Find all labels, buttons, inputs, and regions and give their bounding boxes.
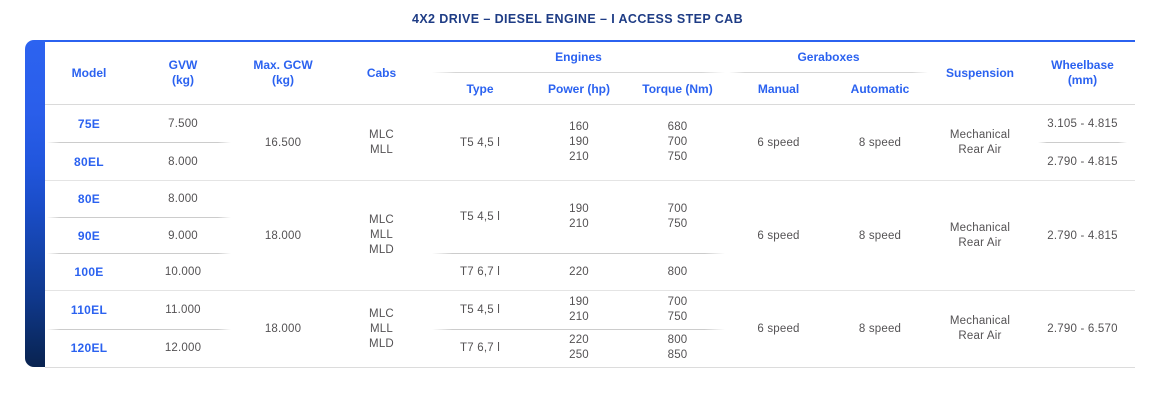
- engine-torque-cell: 800: [628, 254, 727, 290]
- model-cell: 80E: [45, 181, 133, 217]
- wheelbase-column: 2.790 - 6.570: [1030, 291, 1135, 367]
- gvw-cell: 8.000: [133, 143, 233, 180]
- engine-torque-cell: 680 700 750: [628, 105, 727, 180]
- gcw-cell: 18.000: [233, 291, 333, 367]
- engine-block: T7 6,7 l 220 800: [430, 254, 727, 290]
- engines-column: T5 4,5 l 160 190 210 680 700 750: [430, 105, 727, 180]
- automatic-gearbox-cell: 8 speed: [830, 181, 930, 290]
- engine-power-cell: 190 210: [530, 291, 628, 329]
- col-header-gvw: GVW (kg): [133, 42, 233, 104]
- engine-block: T5 4,5 l 160 190 210 680 700 750: [430, 105, 727, 180]
- engine-torque-cell: 800 850: [628, 330, 727, 368]
- wheelbase-cell: 2.790 - 4.815: [1030, 143, 1135, 180]
- model-cell: 100E: [45, 254, 133, 290]
- engine-power-cell: 160 190 210: [530, 105, 628, 180]
- table-row-group: 110EL 11.000 120EL 12.000 18.000 MLC MLL…: [45, 291, 1135, 367]
- engines-column: T5 4,5 l 190 210 700 750 T7 6,7 l 220 80…: [430, 181, 727, 290]
- spec-table: Model GVW (kg) Max. GCW (kg) Cabs Engine…: [25, 40, 1135, 368]
- engine-type-cell: T5 4,5 l: [430, 181, 530, 253]
- model-gvw-column: 80E 8.000 90E 9.000 100E 10.000: [45, 181, 233, 290]
- engine-type-cell: T5 4,5 l: [430, 291, 530, 329]
- model-cell: 120EL: [45, 330, 133, 368]
- col-header-wheelbase: Wheelbase (mm): [1030, 42, 1135, 104]
- col-header-engine-type: Type: [430, 73, 530, 104]
- table-content: Model GVW (kg) Max. GCW (kg) Cabs Engine…: [45, 40, 1135, 368]
- gvw-cell: 12.000: [133, 330, 233, 368]
- manual-gearbox-cell: 6 speed: [727, 105, 830, 180]
- engine-power-cell: 190 210: [530, 181, 628, 253]
- page-title: 4X2 DRIVE – DIESEL ENGINE – I ACCESS STE…: [0, 12, 1155, 26]
- cabs-cell: MLC MLL: [333, 105, 430, 180]
- engine-power-cell: 220 250: [530, 330, 628, 368]
- col-group-gearboxes: Geraboxes Manual Automatic: [727, 42, 930, 104]
- table-header-row: Model GVW (kg) Max. GCW (kg) Cabs Engine…: [45, 42, 1135, 105]
- model-gvw-column: 110EL 11.000 120EL 12.000: [45, 291, 233, 367]
- wheelbase-column: 3.105 - 4.815 2.790 - 4.815: [1030, 105, 1135, 180]
- gcw-cell: 16.500: [233, 105, 333, 180]
- table-row: 80EL 8.000: [45, 143, 233, 180]
- wheelbase-cell: 3.105 - 4.815: [1030, 105, 1135, 142]
- model-cell: 75E: [45, 105, 133, 142]
- suspension-cell: Mechanical Rear Air: [930, 105, 1030, 180]
- table-row: 80E 8.000: [45, 181, 233, 217]
- accent-gradient-bar: [25, 40, 45, 367]
- manual-gearbox-cell: 6 speed: [727, 291, 830, 367]
- engine-block: T5 4,5 l 190 210 700 750: [430, 181, 727, 253]
- model-cell: 90E: [45, 218, 133, 254]
- gvw-cell: 10.000: [133, 254, 233, 290]
- gcw-cell: 18.000: [233, 181, 333, 290]
- model-cell: 80EL: [45, 143, 133, 180]
- cabs-cell: MLC MLL MLD: [333, 181, 430, 290]
- cabs-cell: MLC MLL MLD: [333, 291, 430, 367]
- table-row: 110EL 11.000: [45, 291, 233, 329]
- col-header-engine-torque: Torque (Nm): [628, 73, 727, 104]
- manual-gearbox-cell: 6 speed: [727, 181, 830, 290]
- col-header-automatic: Automatic: [830, 73, 930, 104]
- gvw-cell: 8.000: [133, 181, 233, 217]
- engines-column: T5 4,5 l 190 210 700 750 T7 6,7 l 220 25…: [430, 291, 727, 367]
- model-gvw-column: 75E 7.500 80EL 8.000: [45, 105, 233, 180]
- engine-torque-cell: 700 750: [628, 181, 727, 253]
- automatic-gearbox-cell: 8 speed: [830, 105, 930, 180]
- engine-type-cell: T7 6,7 l: [430, 330, 530, 368]
- table-row: 75E 7.500: [45, 105, 233, 142]
- gvw-cell: 9.000: [133, 218, 233, 254]
- engines-group-label: Engines: [430, 42, 727, 72]
- table-row: 120EL 12.000: [45, 330, 233, 368]
- table-row-group: 80E 8.000 90E 9.000 100E 10.000 18.000 M…: [45, 181, 1135, 290]
- engine-block: T5 4,5 l 190 210 700 750: [430, 291, 727, 329]
- engine-torque-cell: 700 750: [628, 291, 727, 329]
- engine-power-cell: 220: [530, 254, 628, 290]
- engine-type-cell: T7 6,7 l: [430, 254, 530, 290]
- table-row-group: 75E 7.500 80EL 8.000 16.500 MLC MLL T5 4…: [45, 105, 1135, 180]
- automatic-gearbox-cell: 8 speed: [830, 291, 930, 367]
- gvw-cell: 11.000: [133, 291, 233, 329]
- col-header-engine-power: Power (hp): [530, 73, 628, 104]
- col-header-gcw: Max. GCW (kg): [233, 42, 333, 104]
- wheelbase-cell: 2.790 - 6.570: [1030, 291, 1135, 367]
- model-cell: 110EL: [45, 291, 133, 329]
- engine-block: T7 6,7 l 220 250 800 850: [430, 330, 727, 368]
- wheelbase-cell: 2.790 - 4.815: [1030, 181, 1135, 290]
- table-row: 90E 9.000: [45, 218, 233, 254]
- gvw-cell: 7.500: [133, 105, 233, 142]
- col-header-model: Model: [45, 42, 133, 104]
- table-row: 100E 10.000: [45, 254, 233, 290]
- suspension-cell: Mechanical Rear Air: [930, 291, 1030, 367]
- col-header-manual: Manual: [727, 73, 830, 104]
- suspension-cell: Mechanical Rear Air: [930, 181, 1030, 290]
- gearboxes-group-label: Geraboxes: [727, 42, 930, 72]
- col-header-suspension: Suspension: [930, 42, 1030, 104]
- col-header-cabs: Cabs: [333, 42, 430, 104]
- engine-type-cell: T5 4,5 l: [430, 105, 530, 180]
- wheelbase-column: 2.790 - 4.815: [1030, 181, 1135, 290]
- col-group-engines: Engines Type Power (hp) Torque (Nm): [430, 42, 727, 104]
